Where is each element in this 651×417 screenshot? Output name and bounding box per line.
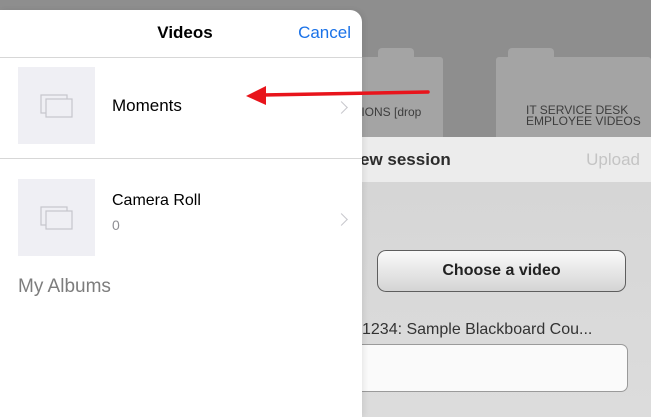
album-thumbnail bbox=[18, 67, 95, 144]
album-name: Camera Roll bbox=[112, 192, 201, 209]
album-stack-icon bbox=[40, 94, 73, 118]
folder-label: IT SERVICE DESK EMPLOYEE VIDEOS bbox=[526, 105, 641, 127]
choose-video-button[interactable]: Choose a video bbox=[377, 250, 626, 292]
session-form: Choose a video 1234: Sample Blackboard C… bbox=[348, 183, 651, 417]
course-label: 1234: Sample Blackboard Cou... bbox=[362, 321, 593, 338]
course-input-field[interactable] bbox=[348, 344, 628, 392]
upload-button[interactable]: Upload bbox=[586, 150, 640, 170]
chevron-right-icon bbox=[335, 213, 348, 226]
videos-popover: Videos Cancel Moments Camera Roll 0 My A… bbox=[0, 10, 362, 417]
album-thumbnail bbox=[18, 179, 95, 256]
my-albums-heading: My Albums bbox=[18, 276, 111, 297]
session-title: ew session bbox=[360, 150, 451, 169]
folder-tab bbox=[378, 48, 414, 59]
album-row-camera-roll[interactable]: Camera Roll 0 bbox=[0, 170, 362, 270]
album-count: 0 bbox=[112, 217, 120, 233]
folder-item[interactable]: IT SERVICE DESK EMPLOYEE VIDEOS bbox=[496, 48, 651, 137]
arrow-head bbox=[246, 86, 266, 105]
arrow-shaft bbox=[260, 90, 430, 97]
folder-label: TIONS [drop bbox=[354, 105, 422, 119]
session-header: ew session Upload bbox=[348, 137, 651, 183]
album-row-moments[interactable]: Moments bbox=[0, 58, 362, 159]
album-name: Moments bbox=[112, 96, 182, 115]
annotation-arrow-icon bbox=[246, 86, 430, 105]
cancel-button[interactable]: Cancel bbox=[298, 23, 351, 43]
album-stack-icon bbox=[40, 206, 73, 230]
folder-tab bbox=[508, 48, 554, 59]
popover-header: Videos Cancel bbox=[0, 10, 362, 58]
